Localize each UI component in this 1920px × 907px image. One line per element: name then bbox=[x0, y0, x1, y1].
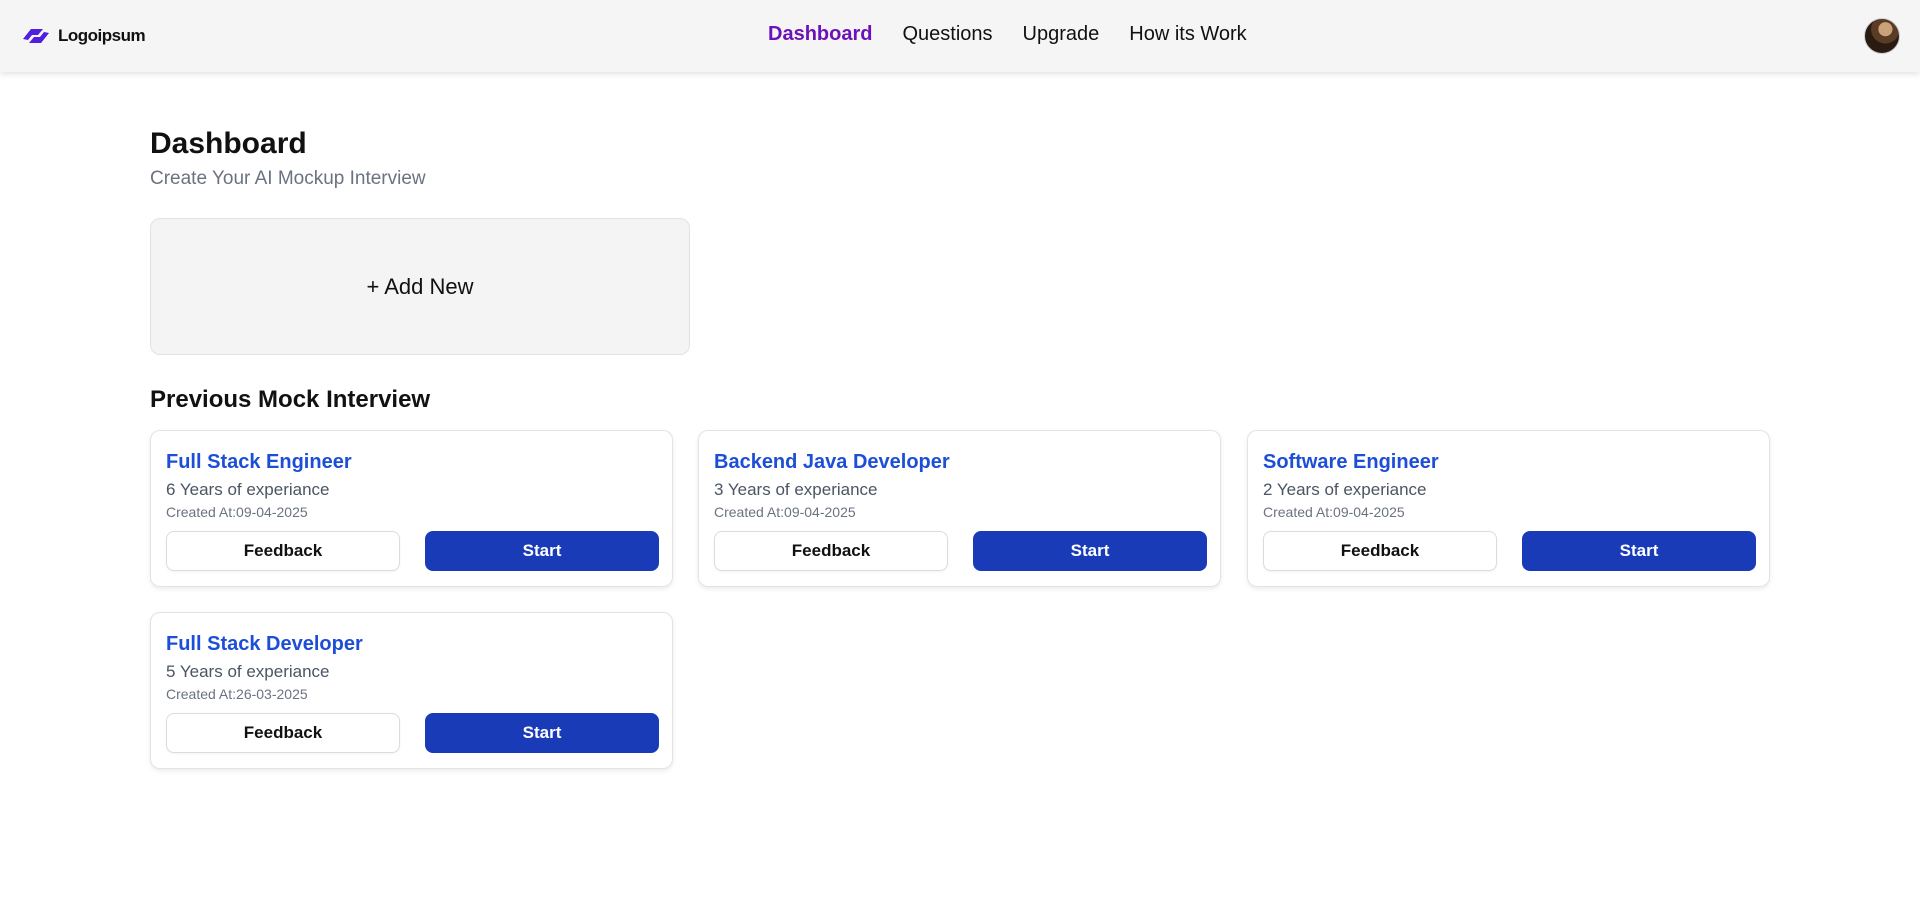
user-avatar-icon[interactable] bbox=[1864, 18, 1900, 54]
logo-icon bbox=[23, 29, 49, 43]
interview-experience: 2 Years of experiance bbox=[1263, 480, 1427, 499]
page-subtitle: Create Your AI Mockup Interview bbox=[150, 168, 426, 189]
feedback-button[interactable]: Feedback bbox=[166, 531, 400, 571]
top-navbar: Logoipsum Dashboard Questions Upgrade Ho… bbox=[0, 0, 1920, 72]
feedback-button[interactable]: Feedback bbox=[166, 713, 400, 753]
start-button[interactable]: Start bbox=[425, 713, 659, 753]
nav-link-upgrade[interactable]: Upgrade bbox=[1023, 20, 1100, 48]
logo-text: Logoipsum bbox=[58, 26, 146, 45]
logo[interactable]: Logoipsum bbox=[19, 24, 146, 48]
start-button[interactable]: Start bbox=[1522, 531, 1756, 571]
nav-link-questions[interactable]: Questions bbox=[902, 20, 992, 48]
interview-created-date: Created At:09-04-2025 bbox=[166, 504, 308, 520]
interview-created-date: Created At:26-03-2025 bbox=[166, 686, 308, 702]
feedback-button[interactable]: Feedback bbox=[714, 531, 948, 571]
interview-experience: 6 Years of experiance bbox=[166, 480, 330, 499]
start-button[interactable]: Start bbox=[425, 531, 659, 571]
interview-title: Full Stack Engineer bbox=[166, 451, 352, 473]
interview-card: Software Engineer 2 Years of experiance … bbox=[1247, 430, 1770, 587]
interview-created-date: Created At:09-04-2025 bbox=[714, 504, 856, 520]
interview-card: Backend Java Developer 3 Years of experi… bbox=[698, 430, 1221, 587]
interview-title: Backend Java Developer bbox=[714, 451, 950, 473]
section-title: Previous Mock Interview bbox=[150, 386, 431, 413]
interview-created-date: Created At:09-04-2025 bbox=[1263, 504, 1405, 520]
main-nav: Dashboard Questions Upgrade How its Work bbox=[768, 20, 1277, 48]
interview-experience: 5 Years of experiance bbox=[166, 662, 330, 681]
interview-title: Full Stack Developer bbox=[166, 633, 363, 655]
interview-card: Full Stack Engineer 6 Years of experianc… bbox=[150, 430, 673, 587]
page-title: Dashboard bbox=[150, 127, 307, 160]
interview-experience: 3 Years of experiance bbox=[714, 480, 878, 499]
interview-title: Software Engineer bbox=[1263, 451, 1439, 473]
nav-link-how-its-work[interactable]: How its Work bbox=[1129, 20, 1246, 48]
feedback-button[interactable]: Feedback bbox=[1263, 531, 1497, 571]
interview-card: Full Stack Developer 5 Years of experian… bbox=[150, 612, 673, 769]
add-new-interview-button[interactable]: + Add New bbox=[150, 218, 690, 355]
start-button[interactable]: Start bbox=[973, 531, 1207, 571]
add-new-label: + Add New bbox=[366, 273, 474, 299]
nav-link-dashboard[interactable]: Dashboard bbox=[768, 20, 872, 48]
